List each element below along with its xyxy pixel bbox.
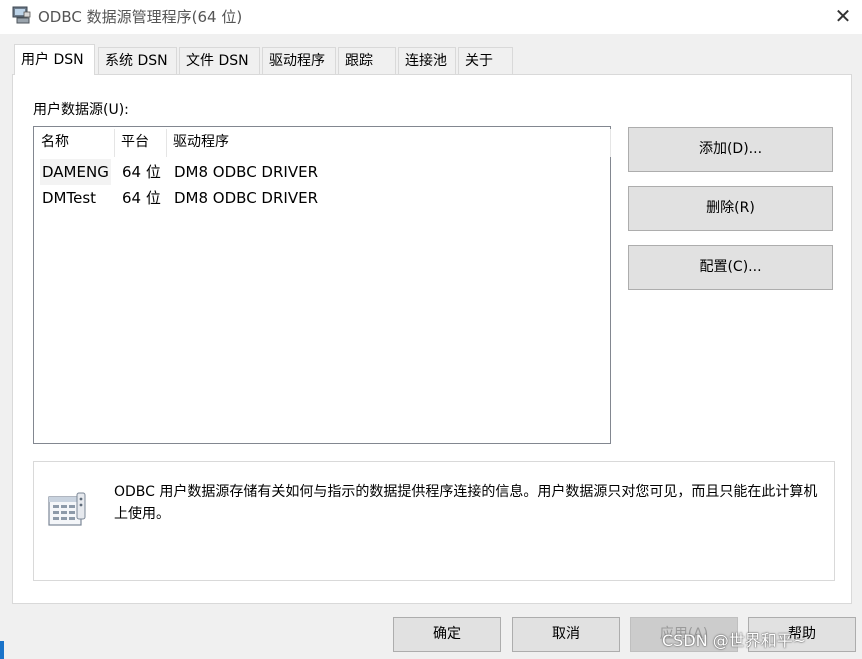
title-bar: ODBC 数据源管理程序(64 位) ✕ [0, 0, 862, 34]
user-dsn-list[interactable]: 名称 平台 驱动程序 DAMENG 64 位 DM8 ODBC DRIVER D… [33, 126, 611, 444]
tab-system-dsn[interactable]: 系统 DSN [98, 47, 177, 74]
tab-about[interactable]: 关于 [458, 47, 513, 74]
dsn-driver: DM8 ODBC DRIVER [174, 163, 318, 181]
table-row[interactable]: DAMENG 64 位 DM8 ODBC DRIVER [34, 159, 610, 185]
dsn-driver: DM8 ODBC DRIVER [174, 189, 318, 207]
watermark: CSDN @世界和平~ [662, 631, 807, 650]
table-row[interactable]: DMTest 64 位 DM8 ODBC DRIVER [34, 185, 610, 211]
tab-connection-pooling[interactable]: 连接池 [398, 47, 456, 74]
remove-button[interactable]: 删除(R) [628, 186, 833, 231]
column-divider[interactable] [610, 129, 611, 157]
ok-button[interactable]: 确定 [393, 617, 501, 652]
tab-tracing[interactable]: 跟踪 [338, 47, 396, 74]
window-title: ODBC 数据源管理程序(64 位) [38, 8, 243, 26]
dsn-name: DMTest [42, 189, 97, 207]
odbc-computer-icon [12, 6, 32, 24]
data-source-icon [47, 491, 89, 531]
info-box: ODBC 用户数据源存储有关如何与指示的数据提供程序连接的信息。用户数据源只对您… [33, 461, 835, 581]
user-dsn-panel: 用户数据源(U): 名称 平台 驱动程序 DAMENG 64 位 DM8 ODB… [12, 74, 852, 604]
dsn-platform: 64 位 [122, 163, 161, 181]
column-header-platform[interactable]: 平台 [114, 127, 166, 157]
dsn-name: DAMENG [40, 159, 111, 185]
dsn-platform: 64 位 [122, 189, 161, 207]
info-description: ODBC 用户数据源存储有关如何与指示的数据提供程序连接的信息。用户数据源只对您… [114, 484, 818, 522]
configure-button[interactable]: 配置(C)... [628, 245, 833, 290]
close-icon[interactable]: ✕ [826, 4, 860, 30]
tab-user-dsn[interactable]: 用户 DSN [14, 44, 95, 75]
tab-drivers[interactable]: 驱动程序 [262, 47, 336, 74]
column-header-name[interactable]: 名称 [34, 127, 114, 157]
tab-file-dsn[interactable]: 文件 DSN [179, 47, 260, 74]
add-button[interactable]: 添加(D)... [628, 127, 833, 172]
taskbar-edge [0, 641, 4, 659]
section-label: 用户数据源(U): [33, 102, 129, 118]
column-header-driver[interactable]: 驱动程序 [166, 127, 611, 157]
cancel-button[interactable]: 取消 [512, 617, 620, 652]
